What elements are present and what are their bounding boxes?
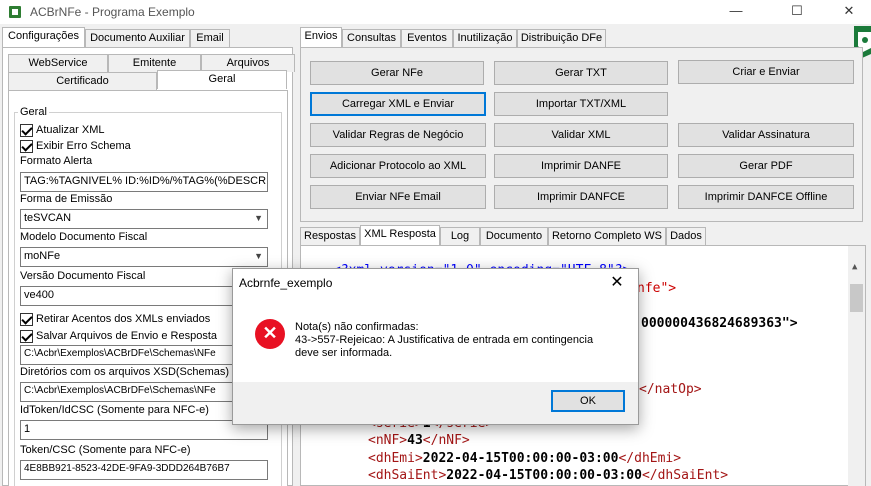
- xml-line-dhsaient: <dhSaiEnt>2022-04-15T00:00:00-03:00</dhS…: [368, 468, 728, 483]
- adicionar-protocolo-button[interactable]: Adicionar Protocolo ao XML: [310, 154, 486, 178]
- xml-nnf-close: </nNF>: [422, 433, 470, 448]
- carregar-xml-enviar-button[interactable]: Carregar XML e Enviar: [310, 92, 486, 116]
- tab-respostas[interactable]: Respostas: [300, 227, 360, 245]
- dialog-message-line1: Nota(s) não confirmadas:: [295, 321, 419, 333]
- exibir-erro-schema-checkbox[interactable]: Exibir Erro Schema: [20, 139, 131, 153]
- tab-distribuicao-dfe[interactable]: Distribuição DFe: [517, 29, 606, 47]
- validar-xml-button[interactable]: Validar XML: [494, 123, 668, 147]
- window-title: ACBrNFe - Programa Exemplo: [30, 5, 195, 19]
- window-titlebar: ACBrNFe - Programa Exemplo — ☐ ✕: [0, 0, 871, 24]
- xml-line-natop-close: </natOp>: [639, 382, 702, 397]
- checkbox-checked-icon: [20, 139, 33, 153]
- dialog-titlebar: Acbrnfe_exemplo ✕: [233, 269, 638, 297]
- forma-emissao-label: Forma de Emissão: [20, 193, 113, 205]
- gerar-txt-button[interactable]: Gerar TXT: [494, 61, 668, 85]
- xml-nnf-value: 43: [407, 433, 423, 448]
- close-button[interactable]: ✕: [826, 0, 871, 24]
- xml-dhsai-open: <dhSaiEnt>: [368, 468, 447, 483]
- forma-emissao-select[interactable]: teSVCAN ▼: [20, 209, 268, 229]
- chevron-down-icon: ▼: [254, 213, 263, 223]
- idtoken-label: IdToken/IdCSC (Somente para NFC-e): [20, 404, 209, 416]
- tab-retorno-completo-ws[interactable]: Retorno Completo WS: [548, 227, 666, 245]
- retirar-acentos-label: Retirar Acentos dos XMLs enviados: [36, 313, 211, 325]
- xml-scrollbar[interactable]: ▲: [848, 246, 865, 486]
- imprimir-danfce-button[interactable]: Imprimir DANFCE: [494, 185, 668, 209]
- imprimir-danfce-offline-button[interactable]: Imprimir DANFCE Offline: [678, 185, 854, 209]
- tab-envios[interactable]: Envios: [300, 27, 342, 47]
- tab-configuracoes[interactable]: Configurações: [2, 27, 85, 47]
- versao-documento-input[interactable]: ve400: [20, 286, 268, 306]
- maximize-button[interactable]: ☐: [774, 0, 820, 24]
- dialog-close-button[interactable]: ✕: [602, 272, 632, 292]
- atualizar-xml-label: Atualizar XML: [36, 124, 105, 136]
- scroll-up-icon[interactable]: ▲: [852, 262, 857, 272]
- tab-geral[interactable]: Geral: [157, 70, 287, 89]
- xml-line-nfe: nfe">: [637, 281, 676, 296]
- minimize-button[interactable]: —: [713, 0, 759, 24]
- tab-consultas[interactable]: Consultas: [342, 29, 401, 47]
- xml-dhsai-value: 2022-04-15T00:00:00-03:00: [446, 468, 642, 483]
- dir-xsd-input[interactable]: C:\Acbr\Exemplos\ACBrDFe\Schemas\NFe: [20, 382, 268, 402]
- tab-xml-resposta[interactable]: XML Resposta: [360, 225, 440, 245]
- enviar-nfe-email-button[interactable]: Enviar NFe Email: [310, 185, 486, 209]
- scroll-thumb[interactable]: [850, 284, 863, 312]
- checkbox-checked-icon: [20, 123, 33, 137]
- chevron-down-icon: ▼: [254, 251, 263, 261]
- imprimir-danfe-button[interactable]: Imprimir DANFE: [494, 154, 668, 178]
- dialog-message-line2: 43->557-Rejeicao: A Justificativa de ent…: [295, 334, 594, 346]
- xml-nfe-text: nfe">: [637, 281, 677, 296]
- token-input[interactable]: 4E8BB921-8523-42DE-9FA9-3DDD264B76B7: [20, 460, 268, 480]
- tab-inutilizacao[interactable]: Inutilização: [453, 29, 517, 47]
- gerar-pdf-button[interactable]: Gerar PDF: [678, 154, 854, 178]
- xml-dhemi-open: <dhEmi>: [368, 451, 423, 466]
- versao-documento-label: Versão Documento Fiscal: [20, 270, 146, 282]
- error-icon: ✕: [255, 319, 285, 349]
- checkbox-checked-icon: [20, 329, 33, 343]
- atualizar-xml-checkbox[interactable]: Atualizar XML: [20, 123, 104, 137]
- checkbox-checked-icon: [20, 312, 33, 326]
- criar-enviar-button[interactable]: Criar e Enviar: [678, 60, 854, 84]
- tab-documento[interactable]: Documento: [480, 227, 548, 245]
- formato-alerta-label: Formato Alerta: [20, 155, 93, 167]
- validar-assinatura-button[interactable]: Validar Assinatura: [678, 123, 854, 147]
- geral-group-title: Geral: [18, 106, 49, 118]
- xml-dhemi-close: </dhEmi>: [618, 451, 682, 466]
- idtoken-input[interactable]: 1: [20, 420, 268, 440]
- dir-xsd-label: Diretórios com os arquivos XSD(Schemas): [20, 366, 230, 378]
- modelo-documento-value: moNFe: [24, 250, 61, 262]
- app-icon: [9, 6, 21, 18]
- importar-txt-xml-button[interactable]: Importar TXT/XML: [494, 92, 668, 116]
- forma-emissao-value: teSVCAN: [24, 212, 72, 224]
- gerar-nfe-button[interactable]: Gerar NFe: [310, 61, 484, 85]
- modelo-documento-label: Modelo Documento Fiscal: [20, 231, 148, 243]
- tab-eventos[interactable]: Eventos: [401, 29, 453, 47]
- tab-log[interactable]: Log: [440, 227, 480, 245]
- retirar-acentos-checkbox[interactable]: Retirar Acentos dos XMLs enviados: [20, 312, 210, 326]
- xml-line-nnf: <nNF>43</nNF>: [368, 433, 470, 448]
- ok-button[interactable]: OK: [551, 390, 625, 412]
- error-dialog: Acbrnfe_exemplo ✕ ✕ Nota(s) não confirma…: [232, 268, 639, 425]
- tab-documento-auxiliar[interactable]: Documento Auxiliar: [85, 29, 190, 47]
- xml-line-infnfe-id: 000000436824689363">: [641, 316, 798, 331]
- tab-certificado[interactable]: Certificado: [8, 72, 157, 90]
- xml-dhemi-value: 2022-04-15T00:00:00-03:00: [422, 451, 619, 466]
- dialog-footer: OK: [233, 382, 638, 424]
- xml-line-dhemi: <dhEmi>2022-04-15T00:00:00-03:00</dhEmi>: [368, 451, 681, 466]
- salvar-arquivos-label: Salvar Arquivos de Envio e Resposta: [36, 330, 217, 342]
- token-label: Token/CSC (Somente para NFC-e): [20, 444, 191, 456]
- dialog-title: Acbrnfe_exemplo: [239, 276, 333, 290]
- modelo-documento-select[interactable]: moNFe ▼: [20, 247, 268, 267]
- tab-webservice[interactable]: WebService: [8, 54, 108, 72]
- formato-alerta-input[interactable]: TAG:%TAGNIVEL% ID:%ID%/%TAG%(%DESCRI: [20, 172, 268, 192]
- salvar-path-input[interactable]: C:\Acbr\Exemplos\ACBrDFe\Schemas\NFe: [20, 345, 268, 365]
- tab-dados[interactable]: Dados: [666, 227, 706, 245]
- salvar-arquivos-checkbox[interactable]: Salvar Arquivos de Envio e Resposta: [20, 329, 217, 343]
- tab-email[interactable]: Email: [190, 29, 230, 47]
- xml-nnf-open: <nNF>: [368, 433, 408, 448]
- dialog-message-line3: deve ser informada.: [295, 347, 393, 359]
- exibir-erro-schema-label: Exibir Erro Schema: [36, 140, 131, 152]
- validar-regras-button[interactable]: Validar Regras de Negócio: [310, 123, 486, 147]
- xml-dhsai-close: </dhSaiEnt>: [641, 468, 729, 483]
